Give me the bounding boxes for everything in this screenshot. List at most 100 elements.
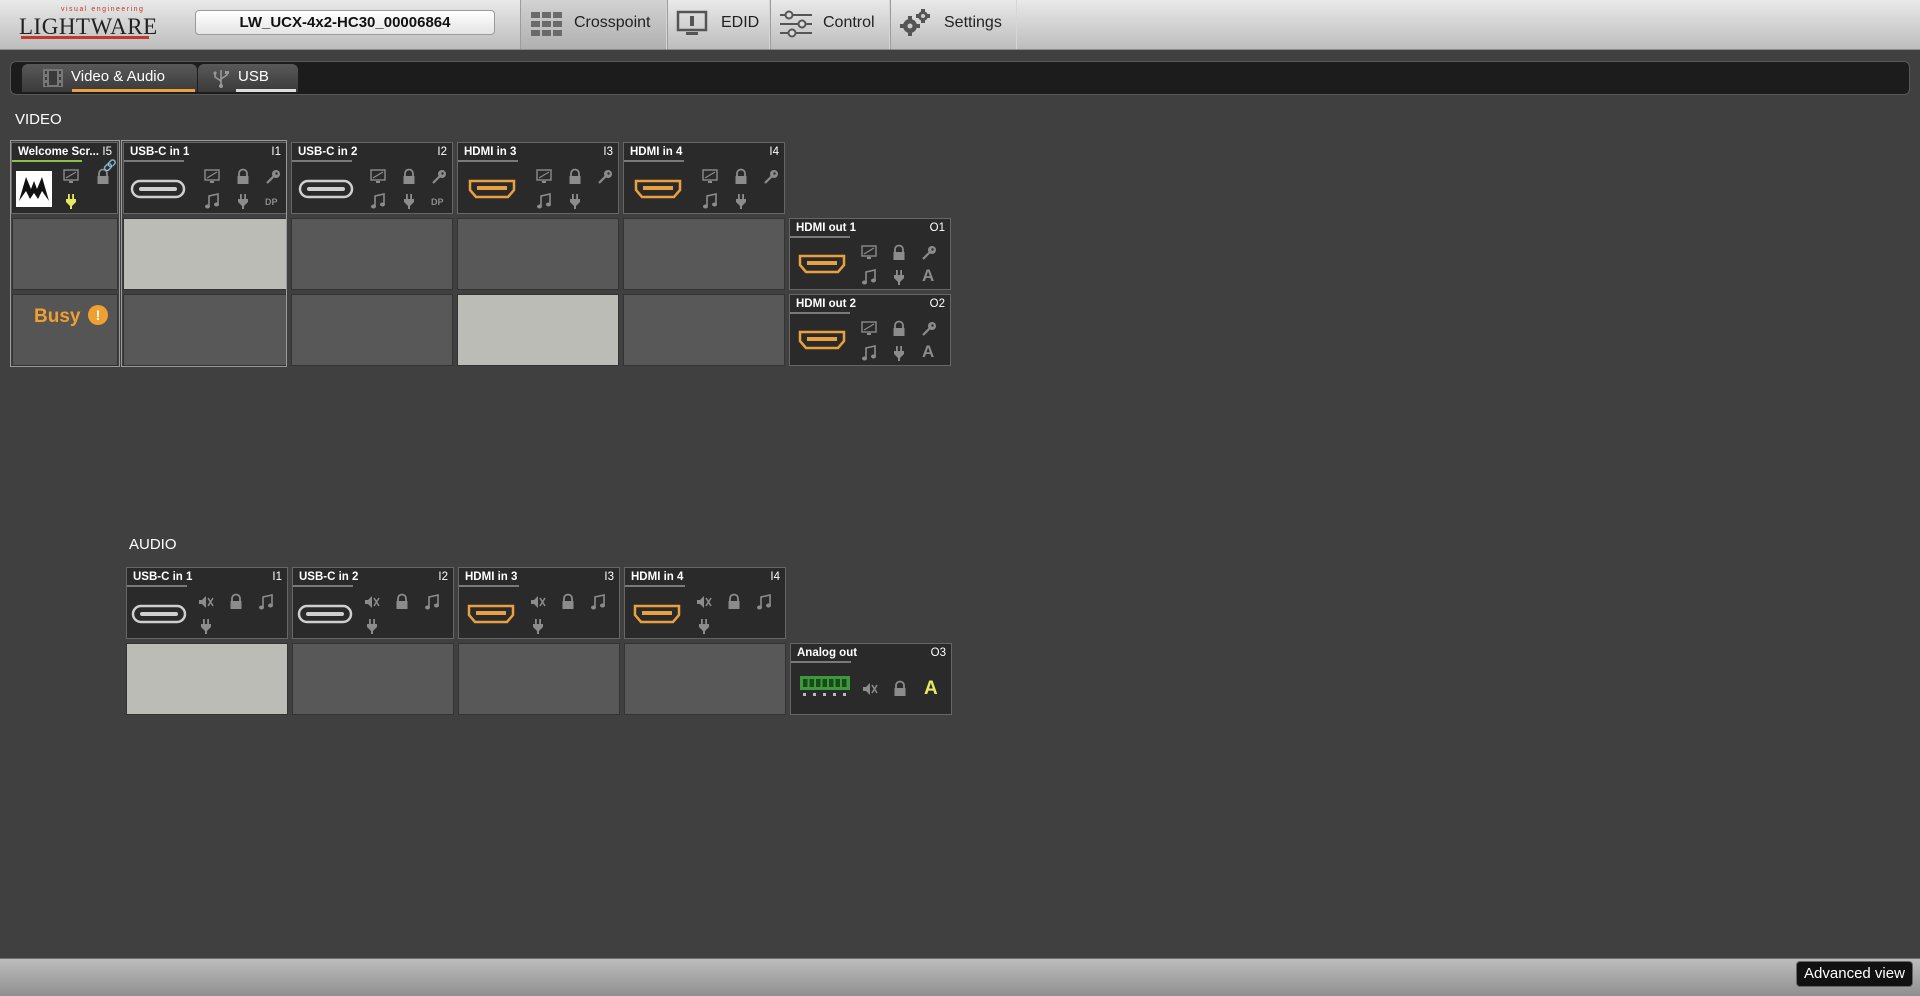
tile-header: USB-C in 2 I2: [292, 143, 452, 162]
video-output-tile[interactable]: HDMI out 1 O1 A: [789, 218, 951, 290]
crosspoint-cell[interactable]: [623, 218, 785, 290]
key-icon[interactable]: [762, 168, 780, 186]
lock-icon[interactable]: [890, 244, 908, 262]
crosspoint-cell[interactable]: [292, 643, 454, 715]
crosspoint-cell[interactable]: [457, 294, 619, 366]
crosspoint-cell[interactable]: [623, 294, 785, 366]
film-icon: [43, 69, 63, 87]
mute-icon[interactable]: [861, 680, 879, 698]
tile-name: HDMI in 4: [631, 571, 684, 583]
tile-name: HDMI out 2: [796, 298, 857, 310]
music-note-icon[interactable]: [755, 593, 773, 611]
autoselect-icon[interactable]: A: [922, 266, 934, 286]
hdmi-connector-icon: [634, 179, 682, 199]
video-input-tile[interactable]: USB-C in 2 I2 DP: [291, 142, 453, 214]
music-note-icon[interactable]: [860, 344, 878, 362]
power-plug-icon[interactable]: [695, 617, 713, 635]
tab-active-underline: [72, 89, 195, 92]
monitor-icon[interactable]: [701, 168, 719, 186]
tab-video-audio-label: Video & Audio: [71, 68, 165, 85]
input-selection-frame: [121, 140, 287, 367]
monitor-icon[interactable]: [860, 320, 878, 338]
tile-port-id: I2: [438, 571, 448, 583]
key-icon[interactable]: [430, 168, 448, 186]
music-note-icon[interactable]: [589, 593, 607, 611]
usb-c-connector-icon: [297, 604, 353, 624]
music-note-icon[interactable]: [423, 593, 441, 611]
lock-icon[interactable]: [725, 593, 743, 611]
lightware-logo: visual engineering LIGHTWARE: [19, 6, 157, 39]
power-plug-icon[interactable]: [197, 617, 215, 635]
monitor-icon[interactable]: [369, 168, 387, 186]
lock-icon[interactable]: [559, 593, 577, 611]
music-note-icon[interactable]: [701, 192, 719, 210]
mute-icon[interactable]: [695, 593, 713, 611]
music-note-icon[interactable]: [369, 192, 387, 210]
nav-tab-crosspoint[interactable]: Crosspoint: [520, 0, 667, 49]
monitor-icon[interactable]: [860, 244, 878, 262]
mute-icon[interactable]: [529, 593, 547, 611]
mute-icon[interactable]: [363, 593, 381, 611]
audio-input-tile[interactable]: USB-C in 1 I1: [126, 567, 288, 639]
warning-icon[interactable]: !: [88, 305, 108, 325]
input-selection-frame: [10, 140, 120, 367]
top-bar: visual engineering LIGHTWARE LW_UCX-4x2-…: [0, 0, 1920, 50]
power-plug-icon[interactable]: [890, 344, 908, 362]
power-plug-icon[interactable]: [400, 192, 418, 210]
crosspoint-cell[interactable]: [458, 643, 620, 715]
video-input-tile[interactable]: HDMI in 3 I3: [457, 142, 619, 214]
tile-header: HDMI out 2 O2: [790, 295, 950, 314]
crosspoint-cell[interactable]: [126, 643, 288, 715]
audio-input-tile[interactable]: HDMI in 3 I3: [458, 567, 620, 639]
crosspoint-cell[interactable]: [457, 218, 619, 290]
monitor-icon[interactable]: [535, 168, 553, 186]
lock-icon[interactable]: [891, 680, 909, 698]
usb-c-connector-icon: [298, 179, 354, 199]
video-output-tile[interactable]: HDMI out 2 O2 A: [789, 294, 951, 366]
tab-video-audio[interactable]: Video & Audio: [22, 64, 197, 92]
tab-usb[interactable]: USB: [198, 64, 298, 92]
music-note-icon[interactable]: [257, 593, 275, 611]
video-input-tile[interactable]: HDMI in 4 I4: [623, 142, 785, 214]
analog-indicator-icon[interactable]: A: [924, 678, 938, 700]
power-plug-icon[interactable]: [566, 192, 584, 210]
crosspoint-cell[interactable]: [624, 643, 786, 715]
tile-port-id: I4: [770, 571, 780, 583]
mute-icon[interactable]: [197, 593, 215, 611]
power-plug-icon[interactable]: [529, 617, 547, 635]
crosspoint-cell[interactable]: [291, 294, 453, 366]
power-plug-icon[interactable]: [363, 617, 381, 635]
lock-icon[interactable]: [400, 168, 418, 186]
tile-name: USB-C in 2: [299, 571, 359, 583]
tile-header: HDMI in 4 I4: [624, 143, 784, 162]
gears-icon: [900, 9, 930, 36]
key-icon[interactable]: [920, 320, 938, 338]
key-icon[interactable]: [920, 244, 938, 262]
autoselect-icon[interactable]: A: [922, 342, 934, 362]
lock-icon[interactable]: [566, 168, 584, 186]
hdmi-connector-icon: [468, 179, 516, 199]
audio-output-tile[interactable]: Analog out O3 A: [790, 643, 952, 715]
audio-input-tile[interactable]: USB-C in 2 I2: [292, 567, 454, 639]
lock-icon[interactable]: [890, 320, 908, 338]
dp-icon[interactable]: DP: [431, 197, 444, 207]
lock-icon[interactable]: [393, 593, 411, 611]
lock-icon[interactable]: [227, 593, 245, 611]
tile-name: HDMI in 3: [465, 571, 518, 583]
busy-label: Busy: [34, 306, 81, 327]
tile-header-bar: [458, 160, 518, 162]
power-plug-icon[interactable]: [732, 192, 750, 210]
tile-port-id: O1: [929, 222, 945, 234]
music-note-icon[interactable]: [860, 268, 878, 286]
power-plug-icon[interactable]: [890, 268, 908, 286]
crosspoint-cell[interactable]: [291, 218, 453, 290]
key-icon[interactable]: [596, 168, 614, 186]
nav-tab-settings[interactable]: Settings: [890, 0, 1017, 49]
nav-tab-edid[interactable]: EDID: [667, 0, 770, 49]
music-note-icon[interactable]: [535, 192, 553, 210]
advanced-view-button[interactable]: Advanced view: [1796, 961, 1913, 987]
lock-icon[interactable]: [732, 168, 750, 186]
audio-input-tile[interactable]: HDMI in 4 I4: [624, 567, 786, 639]
device-name-label[interactable]: LW_UCX-4x2-HC30_00006864: [195, 10, 495, 35]
nav-tab-control[interactable]: Control: [770, 0, 890, 49]
